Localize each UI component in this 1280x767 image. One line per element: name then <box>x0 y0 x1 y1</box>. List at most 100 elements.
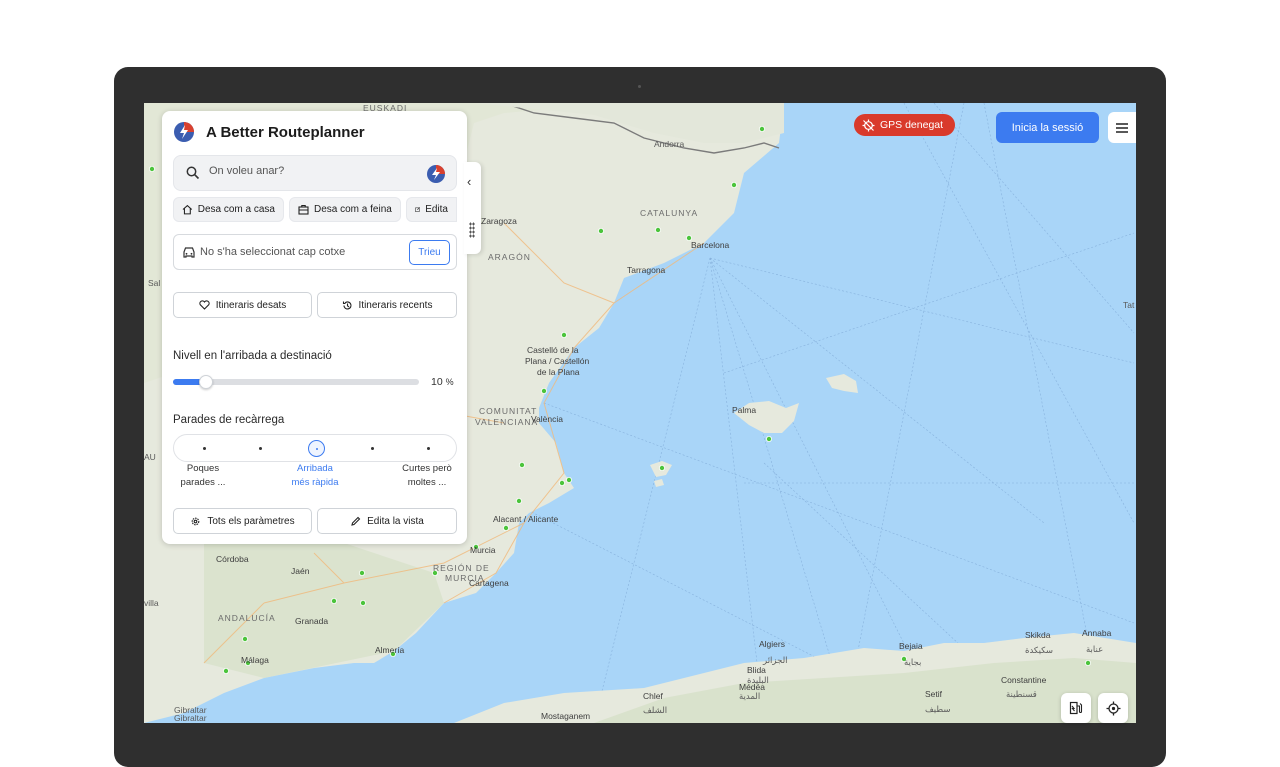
fastest-arrival-label: Arribada més ràpida <box>283 462 347 490</box>
history-icon <box>342 300 352 309</box>
arrival-value-number: 10 <box>431 376 443 388</box>
gear-icon <box>192 517 200 525</box>
map-label-setif: Setif <box>925 689 943 699</box>
gps-status-text: GPS denegat <box>880 119 944 131</box>
slider-thumb[interactable] <box>199 375 213 389</box>
hamburger-icon <box>1116 122 1128 133</box>
car-selector[interactable]: No s'ha seleccionat cap cotxe Trieu <box>173 234 457 270</box>
arrival-level-slider[interactable] <box>173 375 419 389</box>
stop-option[interactable] <box>203 447 206 450</box>
save-work-button[interactable]: Desa com a feina <box>289 197 401 222</box>
destination-search[interactable] <box>173 155 457 191</box>
map-label-constantine: Constantine <box>1001 675 1047 685</box>
stop-option-selected[interactable] <box>308 440 325 457</box>
map-label-bejaia: Bejaia <box>899 641 923 651</box>
saved-itineraries-button[interactable]: Itineraris desats <box>173 292 312 318</box>
map-label-tarragona: Tarragona <box>627 265 666 275</box>
all-settings-label: Tots els paràmetres <box>207 515 295 527</box>
chevron-left-icon[interactable]: ‹ <box>467 174 471 189</box>
map-label-annaba: Annaba <box>1082 628 1112 638</box>
map-label-castello: Castelló de la <box>527 345 579 355</box>
map-label-jaen: Jaén <box>291 566 310 576</box>
crosshair-icon <box>1106 701 1120 715</box>
map-label-skikda-ar: سكيكدة <box>1025 645 1053 655</box>
charging-stops-label: Parades de recàrrega <box>173 414 285 426</box>
map-label-medea-ar: المدية <box>739 691 761 701</box>
map-label-andalucia: ANDALUCÍA <box>218 613 276 623</box>
menu-button[interactable] <box>1108 112 1136 143</box>
locate-button[interactable] <box>1098 693 1128 723</box>
arrival-value-unit: % <box>445 377 454 387</box>
arrival-level-label: Nivell en l'arribada a destinació <box>173 350 332 362</box>
few-stops-label-2: parades ... <box>180 477 226 488</box>
map-label-skikda: Skikda <box>1025 630 1051 640</box>
map-label-region-de: REGIÓN DE <box>433 563 490 573</box>
gps-off-icon <box>862 119 875 131</box>
map-label-gibraltar-2: Gibraltar <box>174 713 207 723</box>
car-icon <box>183 247 195 258</box>
edit-label: Edita <box>425 204 448 215</box>
app-title: A Better Routeplanner <box>206 124 365 141</box>
stop-option[interactable] <box>371 447 374 450</box>
arrival-level-value: 10 % <box>431 376 454 388</box>
login-button[interactable]: Inicia la sessió <box>996 112 1099 143</box>
stop-option[interactable] <box>259 447 262 450</box>
search-icon <box>186 166 200 180</box>
edit-view-button[interactable]: Edita la vista <box>317 508 457 534</box>
panel-handle[interactable]: ‹ <box>464 162 481 254</box>
map-label-setif-ar: سطيف <box>925 704 951 714</box>
map-label-castello-2: Plana / Castellón <box>525 356 590 366</box>
charger-filter-button[interactable] <box>1061 693 1091 723</box>
abrp-logo-icon <box>174 122 194 142</box>
map-label-granada: Granada <box>295 616 329 626</box>
map-label-algiers: Algiers <box>759 639 785 649</box>
map-label-annaba-ar: عنابة <box>1086 644 1104 654</box>
recent-itineraries-button[interactable]: Itineraris recents <box>317 292 457 318</box>
save-work-label: Desa com a feina <box>314 204 392 215</box>
map-label-villa: villa <box>144 598 159 608</box>
car-status-text: No s'ha seleccionat cap cotxe <box>200 246 346 258</box>
pencil-icon <box>351 516 361 526</box>
abrp-assistant-icon[interactable] <box>426 164 446 184</box>
edit-button[interactable]: Edita <box>406 197 457 222</box>
map-label-alacant: Alacant / Alicante <box>493 514 559 524</box>
few-stops-label: Poques parades ... <box>171 462 235 490</box>
home-icon <box>182 204 193 215</box>
map-label-catalunya: CATALUNYA <box>640 208 699 218</box>
save-home-label: Desa com a casa <box>197 204 275 215</box>
map-label-bejaia-ar: بجاية <box>904 657 922 667</box>
map-label-comunitat: COMUNITAT <box>479 406 538 416</box>
map-label-zaragoza: Zaragoza <box>481 216 517 226</box>
map-label-constantine-ar: قسنطينة <box>1006 689 1037 699</box>
map-label-murcia: Murcia <box>470 545 496 555</box>
edit-icon <box>415 207 420 212</box>
drag-grip-icon[interactable] <box>469 222 475 238</box>
few-stops-label-1: Poques <box>186 463 220 474</box>
map-label-au: AU <box>144 452 156 462</box>
gps-status-badge[interactable]: GPS denegat <box>854 114 955 136</box>
map-label-cartagena: Cartagena <box>469 578 509 588</box>
destination-input[interactable] <box>209 165 409 177</box>
short-many-stops-label-2: moltes ... <box>407 477 447 488</box>
map-label-sal: Sal <box>148 278 161 288</box>
map-label-cordoba: Córdoba <box>216 554 249 564</box>
edit-view-label: Edita la vista <box>367 515 424 527</box>
map-label-chlef: Chlef <box>643 691 663 701</box>
briefcase-icon <box>298 204 309 215</box>
map-label-aragon: ARAGÓN <box>488 252 531 262</box>
charger-icon <box>1069 701 1083 715</box>
charging-stops-selector[interactable] <box>173 434 457 462</box>
fastest-arrival-label-2: més ràpida <box>291 477 339 488</box>
stop-option[interactable] <box>427 447 430 450</box>
all-settings-button[interactable]: Tots els paràmetres <box>173 508 312 534</box>
map-label-valenciana: VALENCIANA <box>475 417 539 427</box>
short-many-stops-label-1: Curtes però <box>402 463 452 474</box>
choose-car-button[interactable]: Trieu <box>409 240 450 265</box>
map-label-blida: Blida <box>747 665 766 675</box>
save-home-button[interactable]: Desa com a casa <box>173 197 284 222</box>
map-label-barcelona: Barcelona <box>691 240 730 250</box>
map-label-valencia: València <box>531 414 563 424</box>
map-label-chlef-ar: الشلف <box>643 705 668 715</box>
camera-dot <box>638 85 641 88</box>
fastest-arrival-label-1: Arribada <box>297 463 333 474</box>
